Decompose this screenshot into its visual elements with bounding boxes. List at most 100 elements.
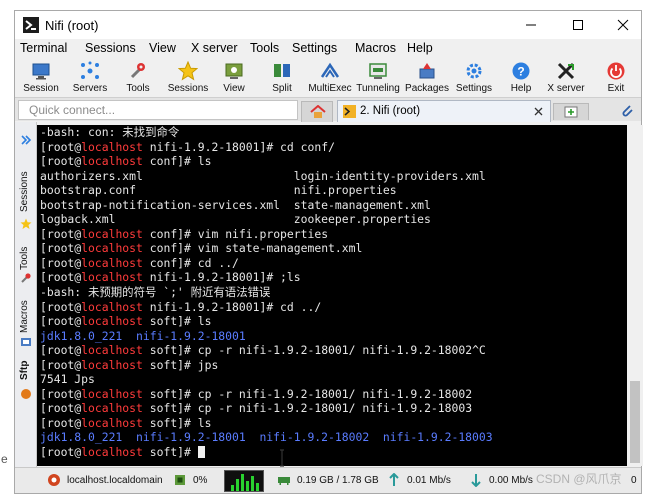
terminal-text: bootstrap.conf nifi.properties: [40, 183, 397, 198]
minimize-button[interactable]: [511, 11, 551, 39]
terminal-scrollbar[interactable]: [627, 125, 643, 466]
attach-icon[interactable]: [619, 103, 635, 119]
split-button[interactable]: Split: [267, 60, 297, 96]
tools-button[interactable]: Tools: [119, 60, 157, 96]
cpu-icon: [175, 475, 185, 485]
prompt-user: [root@: [40, 415, 82, 430]
terminal-line: [root@localhost soft]# ls: [40, 314, 493, 329]
window-title: Nifi (root): [45, 18, 99, 33]
prompt-dir: nifi-1.9.2-18001]#: [142, 139, 274, 154]
menu-help[interactable]: Help: [407, 41, 433, 55]
terminal-line: [root@localhost soft]# jps: [40, 358, 493, 373]
sidebar-tab-macros[interactable]: Macros: [15, 287, 37, 337]
download-icon: [471, 474, 481, 487]
terminal-line: [root@localhost soft]# cp -r nifi-1.9.2-…: [40, 343, 493, 358]
sessions-button[interactable]: Sessions: [165, 60, 211, 96]
sidebar-tab-tools[interactable]: Tools: [15, 234, 37, 274]
prompt-host: localhost: [81, 401, 143, 416]
terminal-text: cd ../: [273, 299, 322, 314]
view-button[interactable]: View: [217, 60, 251, 96]
terminal-line: bootstrap-notification-services.xml stat…: [40, 198, 493, 213]
sidebar-tab-sessions[interactable]: Sessions: [15, 162, 37, 214]
terminal-cursor: [197, 446, 205, 459]
packages-button[interactable]: Packages: [405, 60, 449, 96]
terminal-text: vim nifi.properties: [190, 226, 329, 241]
new-tab-button[interactable]: [553, 103, 589, 120]
terminal-text: ls: [190, 154, 212, 169]
app-icon: [23, 17, 39, 33]
menu-view[interactable]: View: [149, 41, 176, 55]
close-button[interactable]: [603, 11, 643, 39]
sidebar-tab-sftp[interactable]: Sftp: [15, 350, 37, 384]
terminal-line: [root@localhost nifi-1.9.2-18001]# ;ls: [40, 270, 493, 285]
expand-sidebar-icon[interactable]: [20, 134, 32, 146]
menu-bar: Terminal Sessions View X server Tools Se…: [15, 39, 641, 59]
eye-icon: [225, 63, 243, 79]
gear-icon: [466, 63, 482, 79]
prompt-user: [root@: [40, 386, 82, 401]
prompt-user: [root@: [40, 139, 82, 154]
prompt-user: [root@: [40, 255, 82, 270]
side-panel: Sessions Tools Macros Sftp: [15, 122, 37, 468]
quick-connect-input[interactable]: Quick connect...: [18, 100, 298, 120]
multiexec-button[interactable]: MultiExec: [307, 60, 353, 96]
terminal-text: -bash: con: 未找到命令: [40, 125, 180, 139]
prompt-user: [root@: [40, 226, 82, 241]
home-tab[interactable]: [301, 101, 333, 122]
session-button[interactable]: Session: [19, 60, 63, 96]
menu-terminal[interactable]: Terminal: [20, 41, 67, 55]
x-server-button[interactable]: X server: [545, 60, 587, 96]
terminal-line: -bash: con: 未找到命令: [40, 125, 493, 140]
multiexec-icon: [320, 62, 340, 78]
tunnel-icon: [369, 63, 387, 79]
tunneling-button[interactable]: Tunneling: [355, 60, 401, 96]
prompt-dir: conf]#: [142, 226, 191, 241]
prompt-host: localhost: [81, 386, 143, 401]
prompt-host: localhost: [81, 314, 143, 329]
terminal-line: [root@localhost conf]# cd ../: [40, 256, 493, 271]
macro-icon: [21, 338, 31, 346]
terminal-line: jdk1.8.0_221 nifi-1.9.2-18001 nifi-1.9.2…: [40, 430, 493, 445]
tab-nifi-root[interactable]: 2. Nifi (root): [337, 100, 551, 122]
maximize-button[interactable]: [558, 11, 598, 39]
settings-button[interactable]: Settings: [453, 60, 495, 96]
tab-close-icon[interactable]: [534, 107, 543, 116]
terminal-text: logback.xml zookeeper.properties: [40, 212, 431, 227]
add-tab-icon: [564, 106, 578, 118]
menu-sessions[interactable]: Sessions: [85, 41, 136, 55]
menu-macros[interactable]: Macros: [355, 41, 396, 55]
prompt-dir: soft]#: [142, 415, 191, 430]
terminal-text: cd ../: [190, 255, 239, 270]
prompt-user: [root@: [40, 357, 82, 372]
prompt-dir: soft]#: [142, 314, 191, 329]
servers-button[interactable]: Servers: [67, 60, 113, 96]
status-host: localhost.localdomain: [67, 475, 163, 486]
menu-tools[interactable]: Tools: [250, 41, 279, 55]
network-graph: [224, 470, 264, 492]
terminal-area[interactable]: -bash: con: 未找到命令 [root@localhost nifi-1.…: [37, 125, 627, 466]
menu-x-server[interactable]: X server: [191, 41, 238, 55]
exit-button[interactable]: Exit: [603, 60, 629, 96]
scrollbar-thumb[interactable]: [630, 381, 640, 463]
host-icon: [48, 474, 60, 486]
terminal-text: cd conf/: [273, 139, 335, 154]
prompt-dir: nifi-1.9.2-18001]#: [142, 299, 274, 314]
prompt-dir: soft]#: [142, 386, 191, 401]
prompt-user: [root@: [40, 270, 82, 285]
prompt-dir: soft]#: [142, 357, 191, 372]
mobaxterm-window: Nifi (root) Terminal Sessions View X ser…: [14, 10, 643, 494]
status-upload: 0.01 Mb/s: [407, 475, 451, 486]
svg-text:?: ?: [517, 65, 524, 79]
prompt-host: localhost: [81, 415, 143, 430]
help-icon: ?: [512, 62, 530, 80]
prompt-host: localhost: [81, 241, 143, 256]
tab-label: 2. Nifi (root): [360, 105, 421, 117]
monitor-icon: [32, 63, 50, 80]
menu-settings[interactable]: Settings: [292, 41, 337, 55]
prompt-user: [root@: [40, 299, 82, 314]
title-bar[interactable]: Nifi (root): [15, 11, 641, 39]
terminal-line: authorizers.xml login-identity-providers…: [40, 169, 493, 184]
terminal-text: authorizers.xml login-identity-providers…: [40, 168, 486, 183]
help-button[interactable]: ? Help: [507, 60, 535, 96]
